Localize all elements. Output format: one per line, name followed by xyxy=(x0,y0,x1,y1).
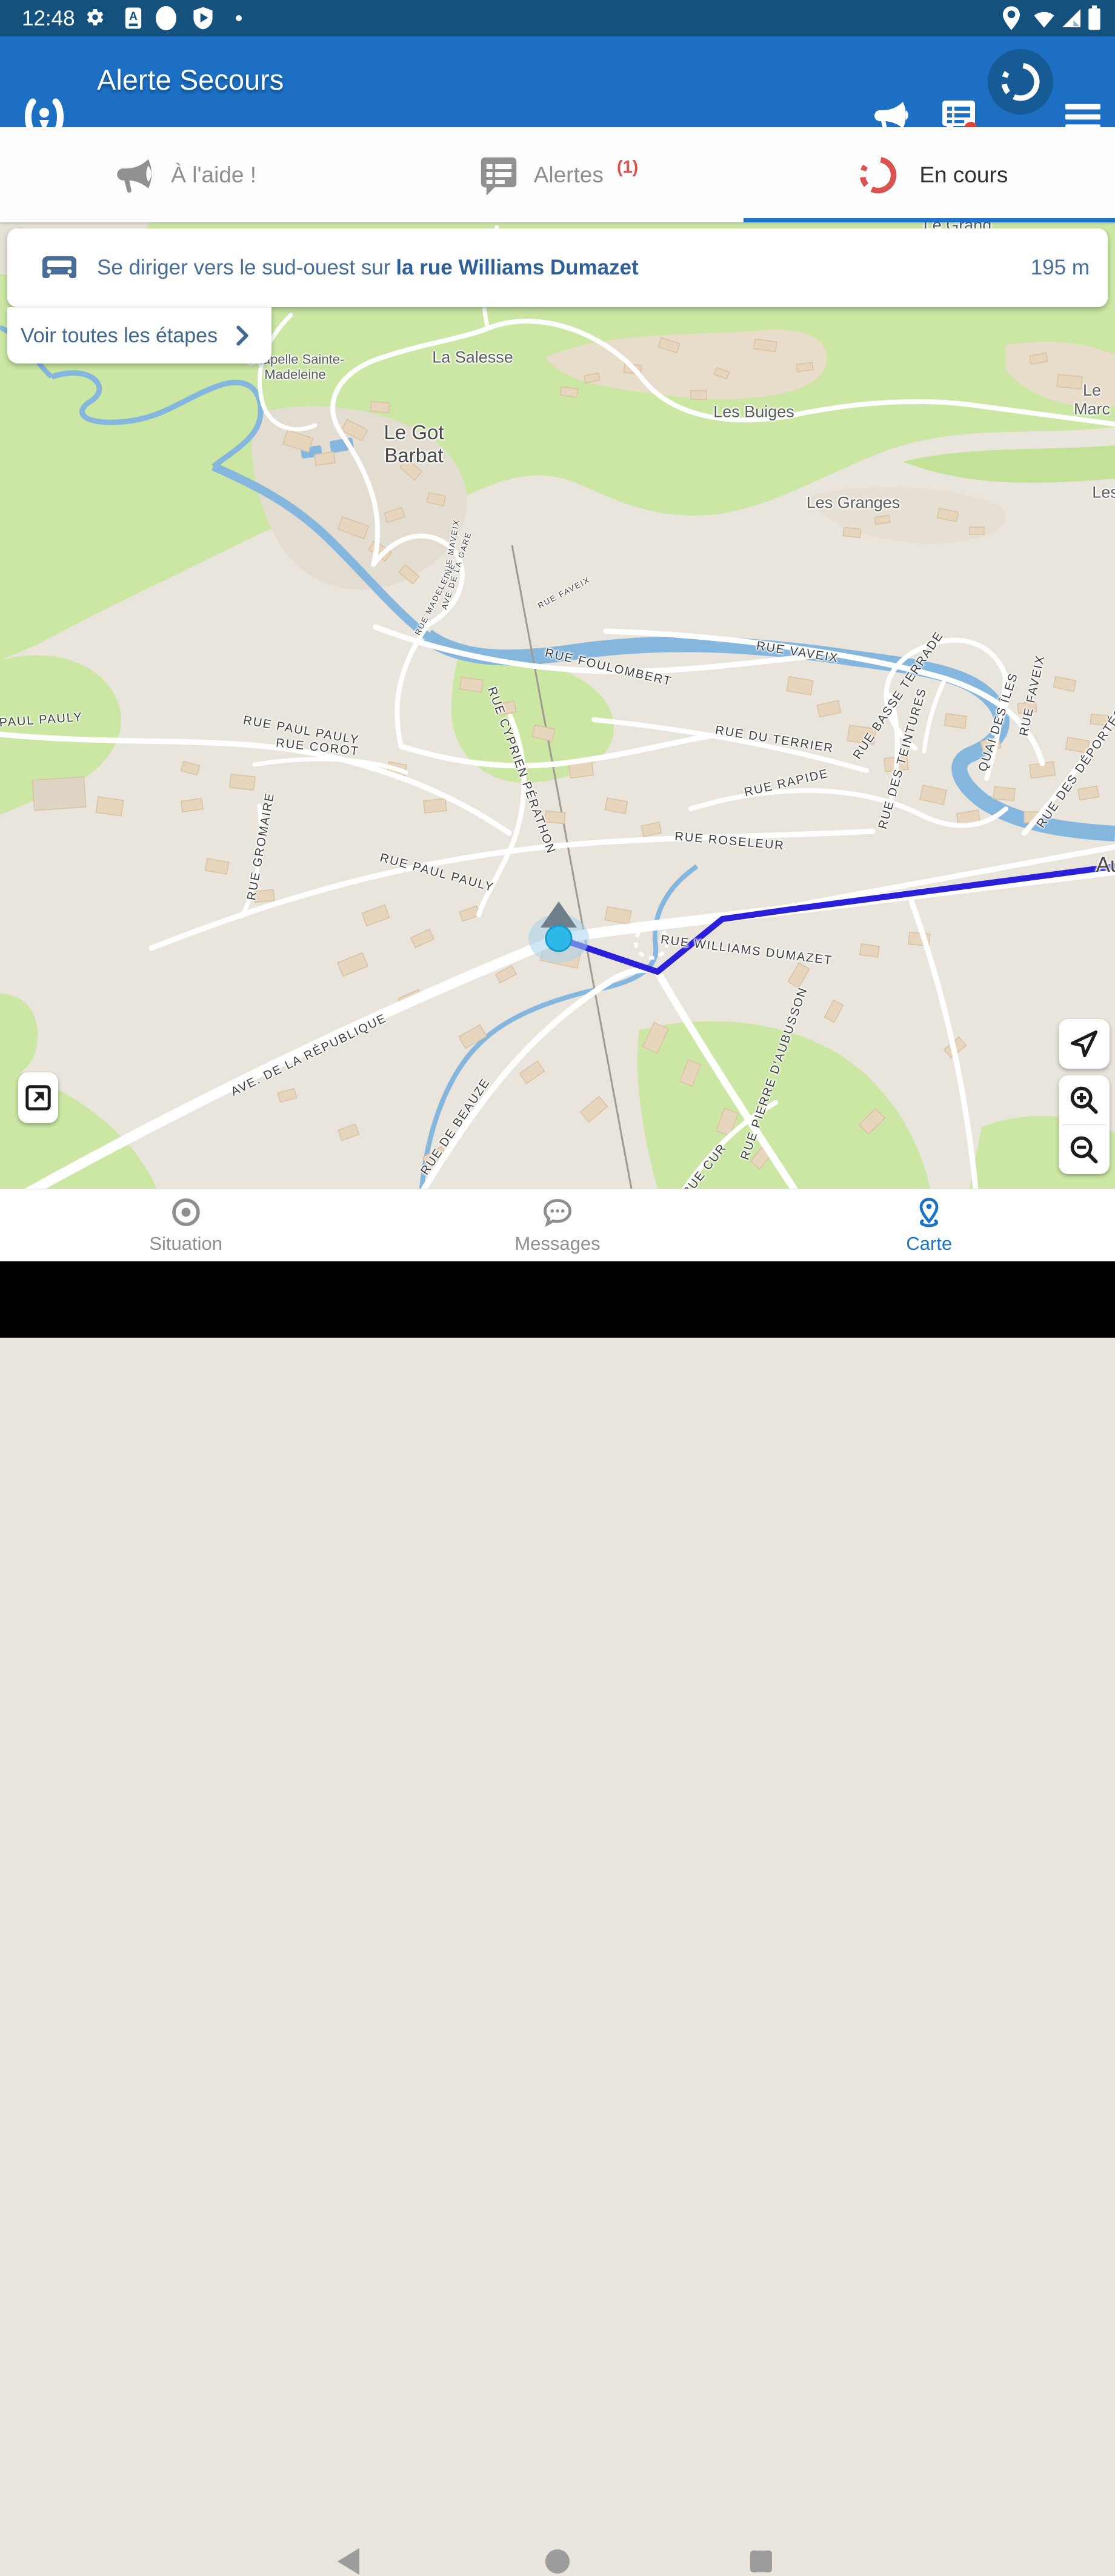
tab-a-laide[interactable]: À l'aide ! xyxy=(0,127,371,222)
gear-icon xyxy=(84,0,107,36)
status-time: 12:48 xyxy=(22,7,75,31)
messages-bubble-icon xyxy=(541,1197,574,1228)
car-icon xyxy=(42,256,76,284)
tab-label: Alertes xyxy=(534,162,604,188)
svg-text:A: A xyxy=(129,10,138,23)
megaphone-icon xyxy=(115,154,158,196)
view-all-steps-label: Voir toutes les étapes xyxy=(21,324,218,348)
bottom-nav-label: Messages xyxy=(514,1233,600,1255)
android-recents-button[interactable] xyxy=(749,2549,773,2574)
in-progress-spinner-icon xyxy=(850,147,906,203)
view-all-steps-button[interactable]: Voir toutes les étapes xyxy=(7,307,271,363)
bottom-navigation: Situation Messages Carte xyxy=(0,1189,1115,1262)
app-title: Alerte Secours xyxy=(97,63,284,96)
battery-icon xyxy=(1087,0,1102,36)
tab-alertes[interactable]: Alertes (1) xyxy=(371,127,743,222)
app-bar: Alerte Secours xyxy=(0,36,1115,127)
bottom-nav-label: Situation xyxy=(149,1233,222,1255)
alert-list-icon xyxy=(477,153,521,197)
wifi-icon xyxy=(1031,0,1057,36)
situation-target-icon xyxy=(170,1197,202,1228)
signal-icon xyxy=(1059,0,1083,36)
android-home-button[interactable] xyxy=(544,2548,571,2575)
active-tab-indicator xyxy=(744,218,1115,222)
tab-alertes-badge: (1) xyxy=(617,158,638,178)
auto-brightness-icon: A xyxy=(124,0,142,36)
external-link-icon xyxy=(24,1084,52,1112)
shield-play-icon xyxy=(193,0,213,36)
bottom-nav-messages[interactable]: Messages xyxy=(371,1189,743,1262)
navigation-instruction-card[interactable]: Se diriger vers le sud-ouest sur la rue … xyxy=(7,228,1108,307)
tab-label: À l'aide ! xyxy=(171,162,256,188)
instruction-street: la rue Williams Dumazet xyxy=(396,256,638,280)
status-dot-icon xyxy=(235,0,242,36)
bottom-nav-carte[interactable]: Carte xyxy=(744,1189,1115,1262)
open-external-map-button[interactable] xyxy=(18,1072,58,1123)
sync-spinner-button[interactable] xyxy=(988,49,1053,115)
location-pin-icon xyxy=(1001,0,1022,36)
navigation-arrow-icon xyxy=(1068,1028,1100,1060)
android-navigation-bar xyxy=(0,1261,1115,1338)
bottom-nav-label: Carte xyxy=(906,1233,952,1255)
instruction-distance: 195 m xyxy=(1031,228,1090,307)
android-back-button[interactable] xyxy=(335,2547,362,2576)
bottom-nav-situation[interactable]: Situation xyxy=(0,1189,371,1262)
status-bar: 12:48 A xyxy=(0,0,1115,36)
zoom-in-icon xyxy=(1068,1084,1100,1116)
instruction-prefix: Se diriger vers le sud-ouest sur xyxy=(97,256,390,280)
notification-dot-icon xyxy=(154,0,178,36)
zoom-out-icon xyxy=(1068,1134,1100,1166)
tab-bar: À l'aide ! Alertes (1) En cours xyxy=(0,127,1115,222)
instruction-text: Se diriger vers le sud-ouest sur la rue … xyxy=(97,228,639,307)
zoom-in-button[interactable] xyxy=(1059,1075,1110,1124)
map-pin-icon xyxy=(913,1197,945,1228)
zoom-out-button[interactable] xyxy=(1059,1125,1110,1174)
recenter-compass-button[interactable] xyxy=(1059,1019,1110,1069)
tab-en-cours[interactable]: En cours xyxy=(744,127,1115,222)
zoom-panel xyxy=(1059,1075,1110,1174)
chevron-right-icon xyxy=(235,325,250,346)
tab-label: En cours xyxy=(919,162,1008,188)
